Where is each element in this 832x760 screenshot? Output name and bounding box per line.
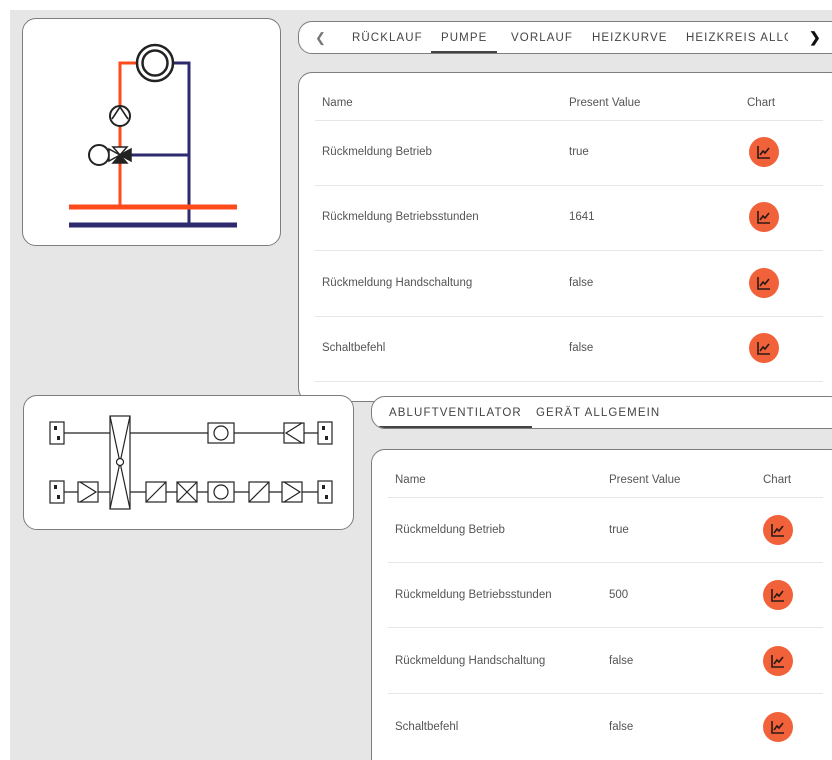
tab-vorlauf[interactable]: VORLAUF	[509, 22, 575, 53]
tab-heizkurve[interactable]: HEIZKURVE	[590, 22, 670, 53]
row-value: true	[609, 524, 629, 536]
divider	[388, 562, 823, 563]
table-row: Rückmeldung Betrieb true	[299, 137, 832, 167]
divider	[315, 185, 823, 186]
chart-button[interactable]	[749, 268, 779, 298]
divider	[388, 497, 823, 498]
column-header-present-value: Present Value	[569, 97, 641, 109]
column-header-name: Name	[322, 97, 353, 109]
column-header-name: Name	[395, 474, 426, 486]
heating-circuit-diagram-card[interactable]	[22, 18, 281, 246]
row-value: false	[569, 342, 594, 354]
heating-circuit-schematic	[69, 43, 237, 228]
column-header-present-value: Present Value	[609, 474, 681, 486]
row-name: Rückmeldung Betrieb	[395, 524, 505, 536]
row-value: false	[609, 721, 634, 733]
line-chart-icon	[771, 655, 784, 668]
chart-button[interactable]	[763, 515, 793, 545]
divider	[388, 693, 823, 694]
table-row: Rückmeldung Handschaltung false	[299, 268, 832, 298]
exhaust-fan-data-table-card: Name Present Value Chart Rückmeldung Bet…	[371, 449, 832, 760]
row-name: Rückmeldung Handschaltung	[322, 277, 473, 289]
divider	[315, 316, 823, 317]
pump-icon	[109, 105, 131, 127]
table-row: Rückmeldung Betriebsstunden 1641	[299, 202, 832, 232]
row-name: Rückmeldung Betriebsstunden	[322, 211, 479, 223]
chart-button[interactable]	[763, 580, 793, 610]
row-name: Rückmeldung Betriebsstunden	[395, 589, 552, 601]
top-tab-bar: ❮ RÜCKLAUF PUMPE VORLAUF HEIZKURVE HEIZK…	[298, 21, 832, 54]
line-chart-icon	[771, 721, 784, 734]
row-value: true	[569, 146, 589, 158]
line-chart-icon	[757, 277, 770, 290]
chart-button[interactable]	[749, 202, 779, 232]
pump-data-table-card: Name Present Value Chart Rückmeldung Bet…	[298, 72, 832, 402]
line-chart-icon	[757, 211, 770, 224]
line-chart-icon	[771, 524, 784, 537]
radiator-icon	[135, 43, 175, 83]
tab-pumpe[interactable]: PUMPE	[430, 22, 498, 53]
mixing-valve-icon	[88, 144, 132, 166]
row-value: 500	[609, 589, 629, 601]
air-handling-schematic	[49, 415, 333, 510]
table-row: Schaltbefehl false	[372, 712, 832, 742]
air-handling-unit-diagram-card[interactable]	[23, 395, 354, 530]
tab-ruecklauf[interactable]: RÜCKLAUF	[350, 22, 425, 53]
line-chart-icon	[757, 342, 770, 355]
column-header-chart: Chart	[763, 474, 792, 486]
tab-heizkreis-allgemein[interactable]: HEIZKREIS ALLGEI	[684, 22, 788, 53]
divider	[315, 250, 823, 251]
row-value: 1641	[569, 211, 595, 223]
table-header: Name Present Value Chart	[299, 95, 832, 111]
chart-button[interactable]	[749, 333, 779, 363]
row-name: Schaltbefehl	[395, 721, 459, 733]
divider	[315, 381, 823, 382]
bottom-tab-bar: ABLUFTVENTILATOR GERÄT ALLGEMEIN	[371, 396, 832, 429]
dashboard-canvas: ❮ RÜCKLAUF PUMPE VORLAUF HEIZKURVE HEIZK…	[10, 10, 832, 760]
row-name: Rückmeldung Betrieb	[322, 146, 432, 158]
row-value: false	[609, 655, 634, 667]
row-name: Schaltbefehl	[322, 342, 386, 354]
tab-abluftventilator[interactable]: ABLUFTVENTILATOR	[379, 397, 532, 428]
table-row: Rückmeldung Handschaltung false	[372, 646, 832, 676]
chevron-left-icon[interactable]: ❮	[315, 22, 326, 53]
table-row: Rückmeldung Betriebsstunden 500	[372, 580, 832, 610]
table-row: Rückmeldung Betrieb true	[372, 515, 832, 545]
chart-button[interactable]	[763, 646, 793, 676]
row-value: false	[569, 277, 594, 289]
row-name: Rückmeldung Handschaltung	[395, 655, 546, 667]
table-row: Schaltbefehl false	[299, 333, 832, 363]
tab-geraet-allgemein[interactable]: GERÄT ALLGEMEIN	[534, 397, 662, 428]
table-header: Name Present Value Chart	[372, 472, 832, 488]
line-chart-icon	[757, 146, 770, 159]
chart-button[interactable]	[763, 712, 793, 742]
column-header-chart: Chart	[747, 97, 776, 109]
line-chart-icon	[771, 589, 784, 602]
return-line	[171, 61, 191, 225]
supply-line	[118, 61, 139, 207]
divider	[315, 120, 823, 121]
chevron-right-icon[interactable]: ❯	[809, 22, 821, 53]
chart-button[interactable]	[749, 137, 779, 167]
divider	[388, 627, 823, 628]
